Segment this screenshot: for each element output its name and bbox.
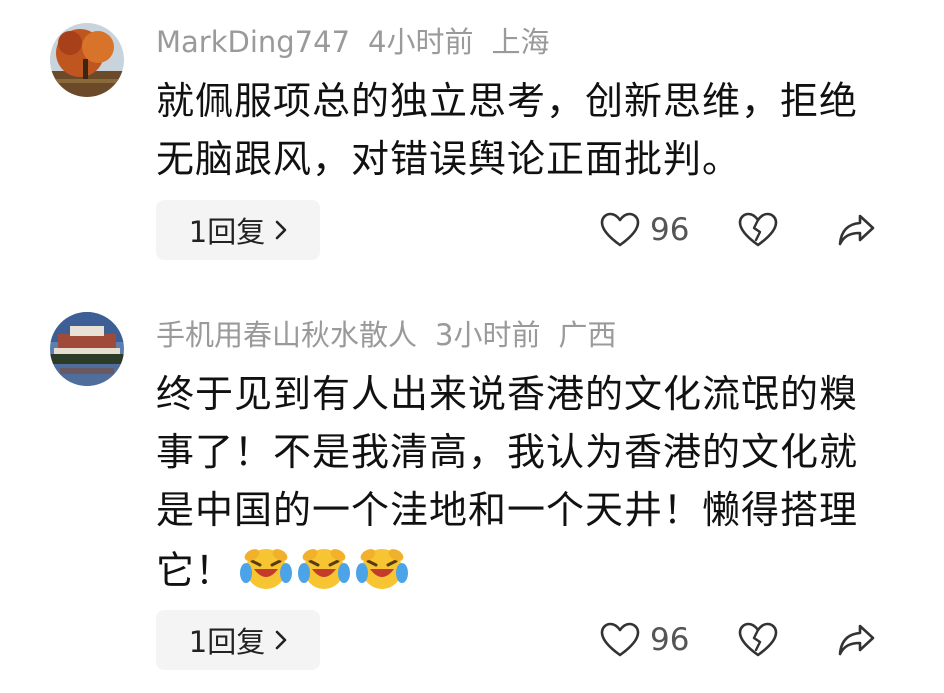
username[interactable]: MarkDing747 [156,25,350,59]
avatar[interactable] [50,23,124,97]
comment-meta: MarkDing747 4小时前 上海 [156,22,568,62]
comment-meta: 手机用春山秋水散人 3小时前 广西 [156,315,634,355]
reply-label: 1回复 [188,215,266,249]
timestamp: 3小时前 [435,318,541,352]
location: 广西 [558,318,617,352]
location: 上海 [491,25,550,59]
username[interactable]: 手机用春山秋水散人 [156,318,417,352]
broken-heart-icon[interactable] [738,212,778,248]
comment-item: 手机用春山秋水散人 3小时前 广西 终于见到有人出来说香港的文化流氓的糗事了！不是我… [0,280,944,693]
laugh-cry-emoji-icon [356,543,409,607]
reply-label: 1回复 [188,625,266,659]
like-count: 96 [650,622,690,658]
laugh-cry-emoji-icon [298,543,351,607]
heart-icon[interactable] [600,212,640,248]
reply-button[interactable]: 1回复 [156,610,320,670]
chevron-right-icon [275,623,287,657]
comment-item: MarkDing747 4小时前 上海 就佩服项总的独立思考，创新思维，拒绝无脑跟风… [0,0,944,280]
comment-text: 终于见到有人出来说香港的文化流氓的糗事了！不是我清高，我认为香港的文化就是中国的… [156,365,896,607]
like-count: 96 [650,212,690,248]
autumn-tree-avatar-icon [50,23,124,97]
emoji-row [234,539,409,607]
reply-button[interactable]: 1回复 [156,200,320,260]
comment-text: 就佩服项总的独立思考，创新思维，拒绝无脑跟风，对错误舆论正面批判。 [156,72,896,188]
chevron-right-icon [275,213,287,247]
comment-actions: 96 [600,610,876,670]
broken-heart-icon[interactable] [738,622,778,658]
share-icon[interactable] [838,623,876,657]
share-icon[interactable] [838,213,876,247]
palace-lake-avatar-icon [50,312,124,386]
comment-text-content: 就佩服项总的独立思考，创新思维，拒绝无脑跟风，对错误舆论正面批判。 [156,79,859,181]
avatar[interactable] [50,312,124,386]
laugh-cry-emoji-icon [240,543,293,607]
comment-actions: 96 [600,200,876,260]
timestamp: 4小时前 [368,25,474,59]
heart-icon[interactable] [600,622,640,658]
